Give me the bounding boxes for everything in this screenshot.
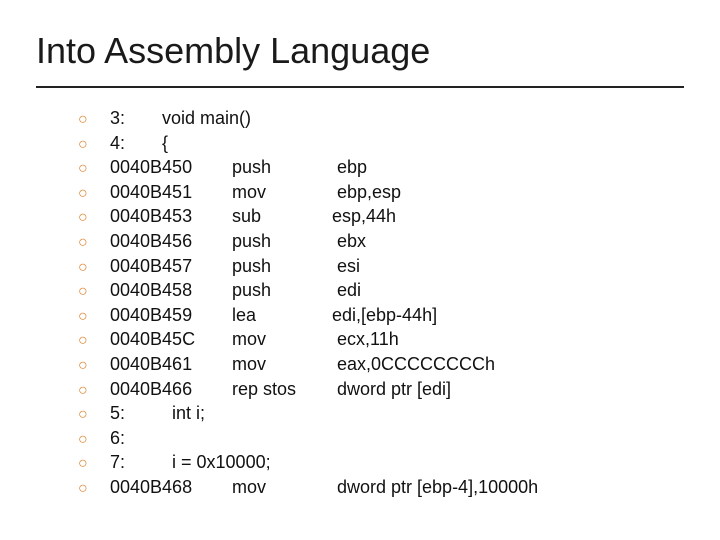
code-line: ○0040B466rep stos dword ptr [edi] bbox=[78, 377, 684, 402]
content-list: ○3:void main()○4:{○0040B450push ebp○0040… bbox=[36, 106, 684, 500]
code-line: ○0040B461mov eax,0CCCCCCCCh bbox=[78, 352, 684, 377]
code-line: ○0040B453subesp,44h bbox=[78, 204, 684, 229]
src-text: { bbox=[162, 131, 168, 155]
src-line-number: 4: bbox=[110, 131, 142, 155]
code-line: ○0040B457push esi bbox=[78, 254, 684, 279]
asm-mnemonic: rep stos bbox=[232, 377, 332, 401]
slide: Into Assembly Language ○3:void main()○4:… bbox=[0, 0, 720, 540]
asm-mnemonic: push bbox=[232, 229, 332, 253]
circle-bullet-icon: ○ bbox=[78, 281, 110, 303]
slide-title: Into Assembly Language bbox=[36, 30, 684, 80]
src-line-number: 6: bbox=[110, 426, 142, 450]
code-line: ○0040B456push ebx bbox=[78, 229, 684, 254]
asm-operand: ebp,esp bbox=[332, 180, 401, 204]
circle-bullet-icon: ○ bbox=[78, 134, 110, 156]
asm-mnemonic: mov bbox=[232, 475, 332, 499]
code-line: ○0040B468mov dword ptr [ebp-4],10000h bbox=[78, 475, 684, 500]
asm-operand: esp,44h bbox=[332, 204, 396, 228]
code-line: ○7: i = 0x10000; bbox=[78, 450, 684, 475]
code-line: ○0040B451mov ebp,esp bbox=[78, 180, 684, 205]
asm-operand: dword ptr [ebp-4],10000h bbox=[332, 475, 538, 499]
circle-bullet-icon: ○ bbox=[78, 478, 110, 500]
asm-operand: edi,[ebp-44h] bbox=[332, 303, 437, 327]
asm-operand: dword ptr [edi] bbox=[332, 377, 451, 401]
src-text: int i; bbox=[172, 401, 205, 425]
asm-mnemonic: mov bbox=[232, 352, 332, 376]
circle-bullet-icon: ○ bbox=[78, 380, 110, 402]
circle-bullet-icon: ○ bbox=[78, 257, 110, 279]
src-line-number: 3: bbox=[110, 106, 142, 130]
circle-bullet-icon: ○ bbox=[78, 109, 110, 131]
asm-mnemonic: mov bbox=[232, 327, 332, 351]
asm-mnemonic: push bbox=[232, 155, 332, 179]
asm-mnemonic: push bbox=[232, 278, 332, 302]
src-text: i = 0x10000; bbox=[172, 450, 271, 474]
asm-mnemonic: sub bbox=[232, 204, 332, 228]
circle-bullet-icon: ○ bbox=[78, 453, 110, 475]
asm-address: 0040B457 bbox=[110, 254, 232, 278]
code-line: ○3: void main() bbox=[78, 106, 684, 131]
asm-address: 0040B458 bbox=[110, 278, 232, 302]
code-line: ○6: bbox=[78, 426, 684, 451]
asm-address: 0040B466 bbox=[110, 377, 232, 401]
asm-address: 0040B453 bbox=[110, 204, 232, 228]
asm-address: 0040B459 bbox=[110, 303, 232, 327]
code-line: ○5: int i; bbox=[78, 401, 684, 426]
asm-address: 0040B451 bbox=[110, 180, 232, 204]
circle-bullet-icon: ○ bbox=[78, 330, 110, 352]
circle-bullet-icon: ○ bbox=[78, 429, 110, 451]
asm-address: 0040B468 bbox=[110, 475, 232, 499]
code-line: ○0040B45Cmov ecx,11h bbox=[78, 327, 684, 352]
code-line: ○0040B458push edi bbox=[78, 278, 684, 303]
circle-bullet-icon: ○ bbox=[78, 183, 110, 205]
asm-address: 0040B450 bbox=[110, 155, 232, 179]
asm-address: 0040B461 bbox=[110, 352, 232, 376]
circle-bullet-icon: ○ bbox=[78, 404, 110, 426]
src-line-number: 5: bbox=[110, 401, 142, 425]
circle-bullet-icon: ○ bbox=[78, 207, 110, 229]
asm-operand: ecx,11h bbox=[332, 327, 399, 351]
src-line-number: 7: bbox=[110, 450, 142, 474]
asm-operand: esi bbox=[332, 254, 360, 278]
circle-bullet-icon: ○ bbox=[78, 306, 110, 328]
asm-operand: ebp bbox=[332, 155, 367, 179]
asm-operand: ebx bbox=[332, 229, 366, 253]
asm-operand: edi bbox=[332, 278, 361, 302]
asm-mnemonic: mov bbox=[232, 180, 332, 204]
title-underline bbox=[36, 86, 684, 88]
code-line: ○4: { bbox=[78, 131, 684, 156]
asm-mnemonic: lea bbox=[232, 303, 332, 327]
asm-mnemonic: push bbox=[232, 254, 332, 278]
asm-address: 0040B456 bbox=[110, 229, 232, 253]
code-line: ○0040B459leaedi,[ebp-44h] bbox=[78, 303, 684, 328]
circle-bullet-icon: ○ bbox=[78, 232, 110, 254]
src-text: void main() bbox=[162, 106, 251, 130]
circle-bullet-icon: ○ bbox=[78, 355, 110, 377]
asm-operand: eax,0CCCCCCCCh bbox=[332, 352, 495, 376]
circle-bullet-icon: ○ bbox=[78, 158, 110, 180]
asm-address: 0040B45C bbox=[110, 327, 232, 351]
code-line: ○0040B450push ebp bbox=[78, 155, 684, 180]
